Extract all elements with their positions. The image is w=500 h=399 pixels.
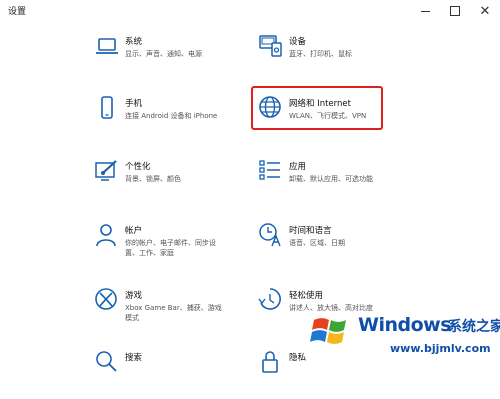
- title-bar: 设置 ✕: [0, 0, 500, 22]
- tile-description: 背景、锁屏、颜色: [125, 175, 181, 183]
- tile-title: 搜索: [125, 353, 143, 363]
- close-icon: ✕: [479, 3, 491, 19]
- tile-description: 显示、声音、通知、电源: [125, 50, 202, 58]
- windows-logo-icon: [310, 318, 346, 344]
- time-language-icon: [258, 222, 284, 248]
- tile-title: 系统: [125, 37, 143, 47]
- devices-icon: [258, 33, 284, 59]
- window-title: 设置: [8, 7, 27, 17]
- tile-description: 你的帐户、电子邮件、同步设 置、工作、家庭: [125, 238, 216, 258]
- close-button[interactable]: ✕: [470, 0, 500, 22]
- tile-description-line: 置、工作、家庭: [125, 249, 174, 257]
- laptop-icon: [94, 33, 120, 59]
- tile-description: 连接 Android 设备和 iPhone: [125, 112, 218, 120]
- apps-list-icon: [258, 158, 284, 184]
- watermark: Windows 系统之家 www.bjjmlv.com: [300, 304, 500, 362]
- tile-apps[interactable]: 应用 卸载、默认应用、可选功能: [258, 158, 488, 208]
- tile-title: 游戏: [125, 291, 143, 301]
- tile-title: 应用: [289, 162, 307, 172]
- tile-title: 设备: [289, 37, 307, 47]
- tile-description-line: 你的帐户、电子邮件、同步设: [125, 239, 216, 247]
- highlight-box: [251, 86, 383, 130]
- tile-description: Xbox Game Bar、捕获、游戏 模式: [125, 303, 222, 323]
- search-icon: [94, 349, 120, 375]
- maximize-icon: [450, 6, 460, 16]
- tile-description-line: Xbox Game Bar、捕获、游戏: [125, 304, 222, 312]
- watermark-brand: Windows: [358, 314, 452, 336]
- tile-description: 卸载、默认应用、可选功能: [289, 175, 373, 183]
- tile-description: 语音、区域、日期: [289, 239, 345, 247]
- tile-description-line: 模式: [125, 314, 139, 322]
- tile-title: 帐户: [125, 226, 143, 236]
- ease-of-access-icon: [258, 287, 284, 313]
- maximize-button[interactable]: [440, 0, 470, 22]
- person-icon: [94, 222, 120, 248]
- minimize-icon: [420, 10, 430, 12]
- xbox-icon: [94, 287, 120, 313]
- watermark-cn: 系统之家: [448, 319, 500, 335]
- tile-title: 手机: [125, 99, 143, 109]
- tile-description: 蓝牙、打印机、鼠标: [289, 50, 352, 58]
- lock-icon: [258, 349, 284, 375]
- tile-time-language[interactable]: 时间和语言 语音、区域、日期: [258, 222, 488, 272]
- minimize-button[interactable]: [410, 0, 440, 22]
- paint-icon: [94, 158, 120, 184]
- tile-devices[interactable]: 设备 蓝牙、打印机、鼠标: [258, 33, 488, 83]
- tile-title: 时间和语言: [289, 226, 332, 236]
- watermark-url: www.bjjmlv.com: [390, 342, 491, 355]
- tile-title: 个性化: [125, 162, 151, 172]
- tile-title: 轻松使用: [289, 291, 324, 301]
- phone-icon: [94, 95, 120, 121]
